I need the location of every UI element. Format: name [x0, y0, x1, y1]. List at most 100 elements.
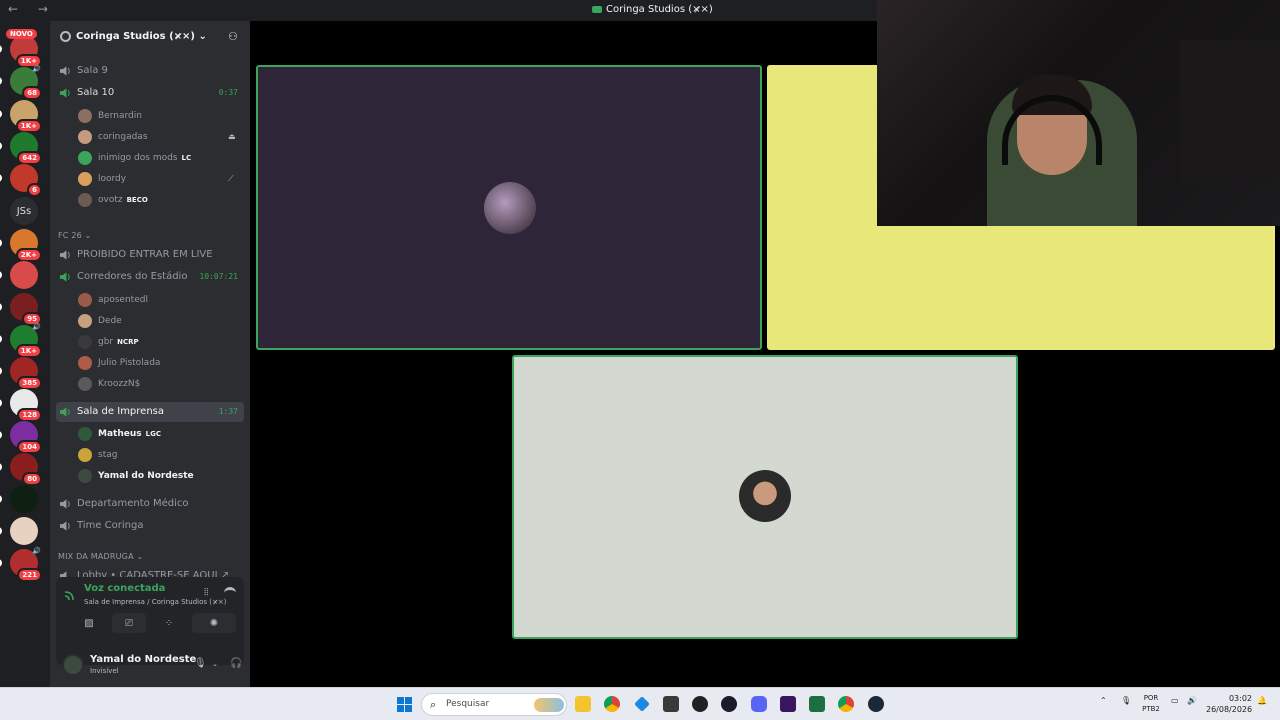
steam-icon[interactable] — [868, 696, 884, 712]
tray-chevron-icon[interactable]: ⌃ — [1100, 696, 1107, 705]
chevron-down-icon[interactable]: ⌄ — [212, 660, 218, 668]
app-icon[interactable] — [634, 696, 650, 712]
notification-bell-icon[interactable]: 🔔 — [1257, 696, 1267, 705]
user-name[interactable]: Yamal do Nordeste — [90, 654, 196, 665]
add-member-icon[interactable]: ⚇ — [228, 30, 238, 43]
server-jss[interactable]: JSs — [10, 197, 38, 225]
server-icon[interactable]: 68 🔊 — [10, 65, 42, 100]
voice-member[interactable]: inimigo dos mods LC — [78, 149, 248, 167]
desktop: ← → Coringa Studios (×̷×) NOVO JSs 1K+ 68… — [0, 0, 1280, 720]
clan-tag: NCRP — [117, 338, 139, 346]
signal-icon[interactable] — [64, 589, 78, 601]
channel-sala-de-imprensa[interactable]: Sala de Imprensa 1:37 — [56, 402, 244, 422]
server-icon[interactable] — [10, 261, 38, 289]
server-icon[interactable]: 1K+ 🔊 — [10, 323, 42, 358]
keyboard-layout: PTB2 — [1142, 705, 1160, 713]
member-name: inimigo dos mods LC — [98, 153, 191, 163]
voice-member[interactable]: KroozzN$ — [78, 375, 248, 393]
noise-suppression-icon[interactable]: ⦙⦙ — [204, 587, 208, 598]
voice-member[interactable]: Yamal do Nordeste — [78, 467, 248, 485]
avatar — [78, 193, 92, 207]
member-name: gbr NCRP — [98, 337, 139, 347]
avatar — [78, 293, 92, 307]
windows-start-icon[interactable] — [397, 697, 412, 712]
camera-off-button[interactable]: ▨ — [72, 613, 106, 633]
unread-pill — [0, 303, 2, 311]
network-icon[interactable]: ▭ — [1171, 696, 1179, 705]
language-indicator[interactable]: POR PTB2 — [1140, 693, 1162, 715]
mention-badge: 128 — [17, 408, 42, 422]
volume-icon[interactable]: 🔊 — [1187, 696, 1197, 705]
voice-status[interactable]: Voz conectada — [84, 583, 165, 594]
server-icon[interactable] — [10, 517, 38, 545]
avatar[interactable] — [62, 654, 84, 676]
channel-sala-9[interactable]: Sala 9 — [56, 61, 244, 81]
voice-member[interactable]: Matheus LGC — [78, 425, 248, 443]
voice-member[interactable]: Bernardin — [78, 107, 248, 125]
app-icon[interactable] — [663, 696, 679, 712]
voice-member[interactable]: ovotz BECO — [78, 191, 248, 209]
server-icon[interactable]: 80 — [10, 453, 42, 486]
channel-proibido[interactable]: PROIBIDO ENTRAR EM LIVE — [56, 245, 244, 265]
server-icon[interactable]: 1K+ — [10, 100, 42, 133]
app-icon[interactable] — [721, 696, 737, 712]
server-name[interactable]: Coringa Studios (×̷×) ⌄ — [76, 31, 207, 42]
clock[interactable]: 03:02 26/08/2026 — [1206, 693, 1252, 715]
server-icon[interactable]: 642 — [10, 132, 42, 165]
voice-member[interactable]: gbr NCRP — [78, 333, 248, 351]
channel-name: Departamento Médico — [77, 498, 189, 509]
novo-badge: NOVO — [6, 29, 37, 39]
app-icon[interactable] — [780, 696, 796, 712]
server-icon[interactable]: 385 — [10, 357, 42, 390]
channel-name: Sala de Imprensa — [77, 406, 164, 417]
soundboard-button[interactable]: ✺ — [192, 613, 236, 633]
member-name-text: Bernardin — [98, 111, 142, 121]
server-icon[interactable]: 221 🔊 — [10, 547, 42, 582]
member-name-text: loordy — [98, 174, 127, 184]
channel-corredores[interactable]: Corredores do Estádio 10:07:21 — [56, 267, 244, 287]
participant-tile[interactable] — [512, 355, 1018, 639]
server-icon[interactable] — [10, 485, 38, 513]
server-icon[interactable]: 128 — [10, 389, 42, 422]
screen-share-button[interactable]: ⎚ — [112, 613, 146, 633]
participant-avatar — [484, 182, 536, 234]
server-icon[interactable]: 2K+ — [10, 229, 42, 262]
voice-location[interactable]: Sala de Imprensa / Coringa Studios (×̷×) — [84, 598, 226, 606]
mention-badge: 2K+ — [15, 248, 42, 262]
microphone-icon[interactable]: 🎙 — [194, 658, 207, 669]
back-forward-icons[interactable]: ← → — [8, 2, 56, 16]
activities-button[interactable]: ⁘ — [152, 613, 186, 633]
server-header[interactable]: Coringa Studios (×̷×) ⌄ ⚇ — [50, 21, 250, 55]
unread-pill — [0, 174, 2, 182]
obs-icon[interactable] — [692, 696, 708, 712]
member-name-text: coringadas — [98, 132, 148, 142]
channel-time-coringa[interactable]: Time Coringa — [56, 516, 244, 536]
microphone-icon[interactable]: 🎙 — [1121, 696, 1131, 705]
channel-sala-10[interactable]: Sala 10 0:37 — [56, 83, 244, 103]
voice-member[interactable]: loordy ⟋ — [78, 170, 248, 188]
headphones-icon[interactable]: 🎧 — [230, 658, 242, 669]
excel-icon[interactable] — [809, 696, 825, 712]
chrome-icon[interactable] — [604, 696, 620, 712]
speaker-icon — [60, 521, 70, 531]
server-icon[interactable]: 104 — [10, 421, 42, 454]
disconnect-icon[interactable] — [224, 587, 236, 595]
category-mix-da-madruga[interactable]: MIX DA MADRUGA ⌄ — [58, 552, 143, 561]
activities-icon: ⁘ — [164, 617, 174, 629]
category-fc26[interactable]: FC 26 ⌄ — [58, 231, 92, 240]
voice-member[interactable]: coringadas ⏏ — [78, 128, 248, 146]
taskbar-search[interactable]: ⌕ Pesquisar — [421, 693, 567, 716]
file-explorer-icon[interactable] — [575, 696, 591, 712]
voice-member[interactable]: Julio Pistolada — [78, 354, 248, 372]
server-icon[interactable]: 1K+ — [10, 35, 42, 68]
voice-member[interactable]: stag — [78, 446, 248, 464]
server-icon[interactable]: 95 — [10, 293, 42, 326]
voice-member[interactable]: Dede — [78, 312, 248, 330]
channel-name: Time Coringa — [77, 520, 144, 531]
server-icon[interactable]: 6 — [10, 164, 42, 197]
participant-tile[interactable] — [256, 65, 762, 350]
channel-departamento-medico[interactable]: Departamento Médico — [56, 494, 244, 514]
voice-member[interactable]: aposentedl — [78, 291, 248, 309]
chrome-icon[interactable] — [838, 696, 854, 712]
discord-icon[interactable] — [751, 696, 767, 712]
